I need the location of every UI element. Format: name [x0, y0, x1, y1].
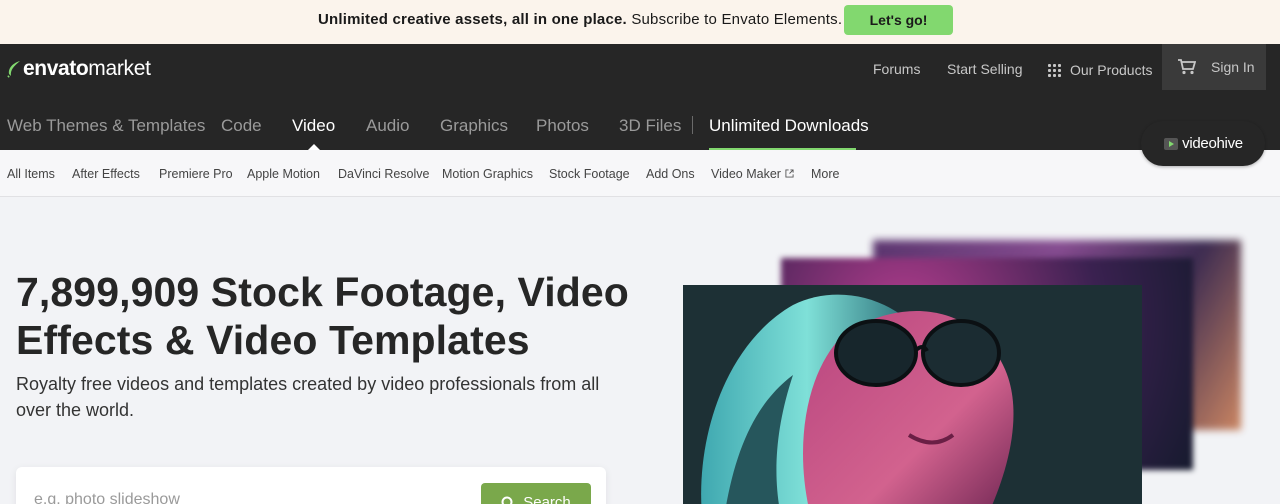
nav-audio[interactable]: Audio [366, 116, 409, 136]
subnav-video-maker[interactable]: Video Maker [711, 167, 794, 181]
subnav-all-items[interactable]: All Items [7, 167, 55, 181]
nav-divider [692, 116, 693, 134]
nav-graphics[interactable]: Graphics [440, 116, 508, 136]
nav-unlimited-downloads[interactable]: Unlimited Downloads [709, 116, 869, 136]
search-bar: Search [16, 467, 606, 504]
external-link-icon [785, 169, 794, 178]
nav-photos[interactable]: Photos [536, 116, 589, 136]
promo-plain-text: Subscribe to Envato Elements. [631, 11, 843, 28]
apps-grid-icon [1048, 63, 1061, 77]
subnav-after-effects[interactable]: After Effects [72, 167, 140, 181]
cart-icon [1178, 59, 1196, 75]
subnav-apple-motion[interactable]: Apple Motion [247, 167, 320, 181]
promo-bold-text: Unlimited creative assets, all in one pl… [318, 11, 627, 28]
our-products-label: Our Products [1070, 62, 1153, 78]
search-button-label: Search [523, 494, 571, 504]
promo-banner: Unlimited creative assets, all in one pl… [0, 0, 1280, 44]
nav-3d-files[interactable]: 3D Files [619, 116, 681, 136]
our-products-link[interactable]: Our Products [1048, 62, 1152, 78]
lets-go-button[interactable]: Let's go! [844, 5, 953, 35]
hero-title: 7,899,909 Stock Footage, Video Effects &… [16, 269, 629, 363]
forums-link[interactable]: Forums [873, 61, 920, 77]
subnav-more[interactable]: More [811, 167, 839, 181]
subnav-motion-graphics[interactable]: Motion Graphics [442, 167, 533, 181]
subnav-add-ons[interactable]: Add Ons [646, 167, 695, 181]
site-header: envato market Forums Start Selling Our P… [0, 44, 1280, 151]
nav-web-themes[interactable]: Web Themes & Templates [7, 116, 205, 136]
nav-video[interactable]: Video [292, 116, 335, 136]
sign-in-label: Sign In [1211, 59, 1255, 75]
envato-market-logo[interactable]: envato market [7, 57, 151, 81]
search-input[interactable] [34, 491, 474, 504]
subnav-stock-footage[interactable]: Stock Footage [549, 167, 630, 181]
search-button[interactable]: Search [481, 483, 591, 504]
subnav-davinci-resolve[interactable]: DaVinci Resolve [338, 167, 429, 181]
logo-brand-text: envato [23, 57, 89, 80]
subnav-video-maker-label: Video Maker [711, 167, 781, 181]
sub-category-nav: All Items After Effects Premiere Pro App… [0, 150, 1280, 197]
hero-photo-art [683, 285, 1142, 504]
subnav-premiere-pro[interactable]: Premiere Pro [159, 167, 233, 181]
search-icon [501, 496, 513, 504]
hero-image-woman-sunglasses [683, 285, 1142, 504]
envato-leaf-icon [7, 61, 20, 78]
videohive-badge[interactable]: videohive [1141, 121, 1265, 166]
hero-subtitle: Royalty free videos and templates create… [16, 374, 600, 420]
promo-text: Unlimited creative assets, all in one pl… [318, 11, 842, 28]
sign-in-button[interactable]: Sign In [1162, 44, 1266, 90]
logo-market-text: market [88, 57, 151, 80]
start-selling-link[interactable]: Start Selling [947, 61, 1022, 77]
videohive-label: videohive [1182, 135, 1243, 152]
videohive-icon [1164, 137, 1179, 150]
nav-code[interactable]: Code [221, 116, 262, 136]
